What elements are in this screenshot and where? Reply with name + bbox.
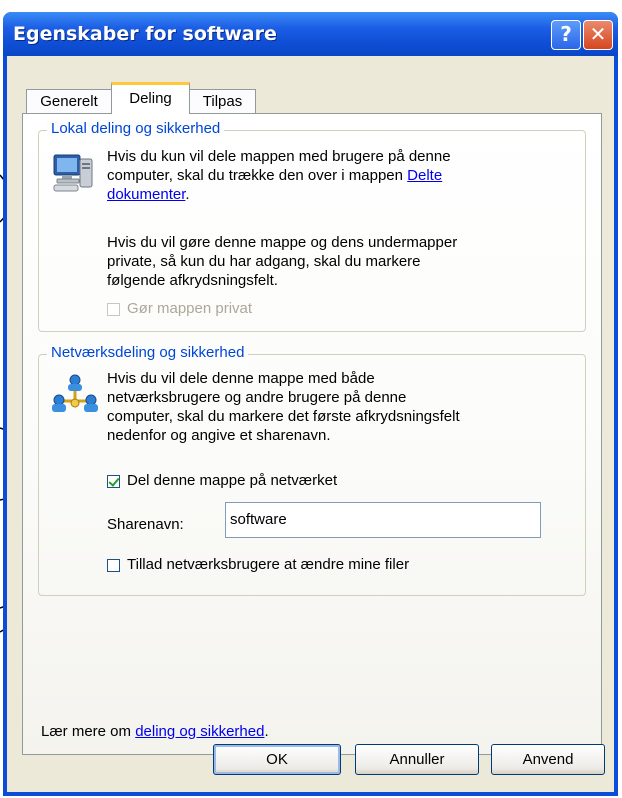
local-sharing-text-3: Hvis du vil gøre denne mappe og dens und… (107, 234, 458, 251)
dialog-client-area: Generelt Deling Tilpas Lokal deling og s… (7, 56, 614, 792)
network-sharing-text-4: nedenfor og angive et sharenavn. (107, 427, 331, 444)
local-sharing-text-1: Hvis du kun vil dele mappen med brugere … (107, 148, 451, 165)
network-sharing-title: Netværksdeling og sikkerhed (47, 344, 249, 361)
network-sharing-group: Netværksdeling og sikkerhed Hvis du vil … (38, 344, 586, 596)
apply-button[interactable]: Anvend (491, 744, 605, 775)
cancel-button[interactable]: Annuller (355, 744, 479, 775)
share-name-input[interactable]: software (225, 502, 541, 538)
tab-panel-deling: Lokal deling og sikkerhed Hvis du kun vi… (22, 113, 602, 755)
private-checkbox[interactable] (107, 303, 120, 316)
local-sharing-text-4: private, så kun du har adgang, skal du m… (107, 253, 421, 270)
properties-window: Egenskaber for software ? ✕ Generelt Del… (3, 12, 618, 796)
allow-change-checkbox[interactable] (107, 559, 120, 572)
title-bar[interactable]: Egenskaber for software ? ✕ (3, 12, 618, 56)
allow-change-label: Tillad netværksbrugere at ændre mine fil… (127, 556, 410, 573)
private-checkbox-label: Gør mappen privat (127, 300, 253, 317)
share-name-label: Sharenavn: (107, 516, 184, 533)
learn-more-link[interactable]: deling og sikkerhed (135, 723, 264, 740)
share-folder-label: Del denne mappe på netværket (127, 472, 338, 489)
network-sharing-text-3: computer, skal du markere det første afk… (107, 408, 460, 425)
network-users-icon (51, 373, 99, 417)
local-sharing-text-5: følgende afkrydsningsfelt. (107, 272, 278, 289)
delte-dokumenter-link[interactable]: Delte (407, 167, 442, 184)
tab-generelt[interactable]: Generelt (26, 89, 112, 113)
local-sharing-text-period: . (185, 186, 190, 203)
close-icon[interactable]: ✕ (583, 20, 613, 50)
local-sharing-group: Lokal deling og sikkerhed Hvis du kun vi… (38, 120, 586, 332)
window-title: Egenskaber for software (13, 23, 277, 45)
delte-dokumenter-link-2[interactable]: dokumenter (107, 186, 185, 203)
ok-button[interactable]: OK (213, 744, 341, 775)
share-folder-checkbox[interactable] (107, 475, 120, 488)
local-sharing-text-2: computer, skal du trække den over i mapp… (107, 167, 403, 184)
network-sharing-text-1: Hvis du vil dele denne mappe med både (107, 370, 375, 387)
help-icon[interactable]: ? (551, 20, 581, 50)
network-sharing-text-2: netværksbrugere og andre brugere på denn… (107, 389, 407, 406)
learn-more-text: Lær mere om deling og sikkerhed. (41, 723, 269, 740)
tab-tilpas[interactable]: Tilpas (189, 89, 256, 113)
computer-icon (52, 151, 96, 195)
tab-deling[interactable]: Deling (111, 82, 190, 114)
local-sharing-title: Lokal deling og sikkerhed (47, 120, 225, 137)
